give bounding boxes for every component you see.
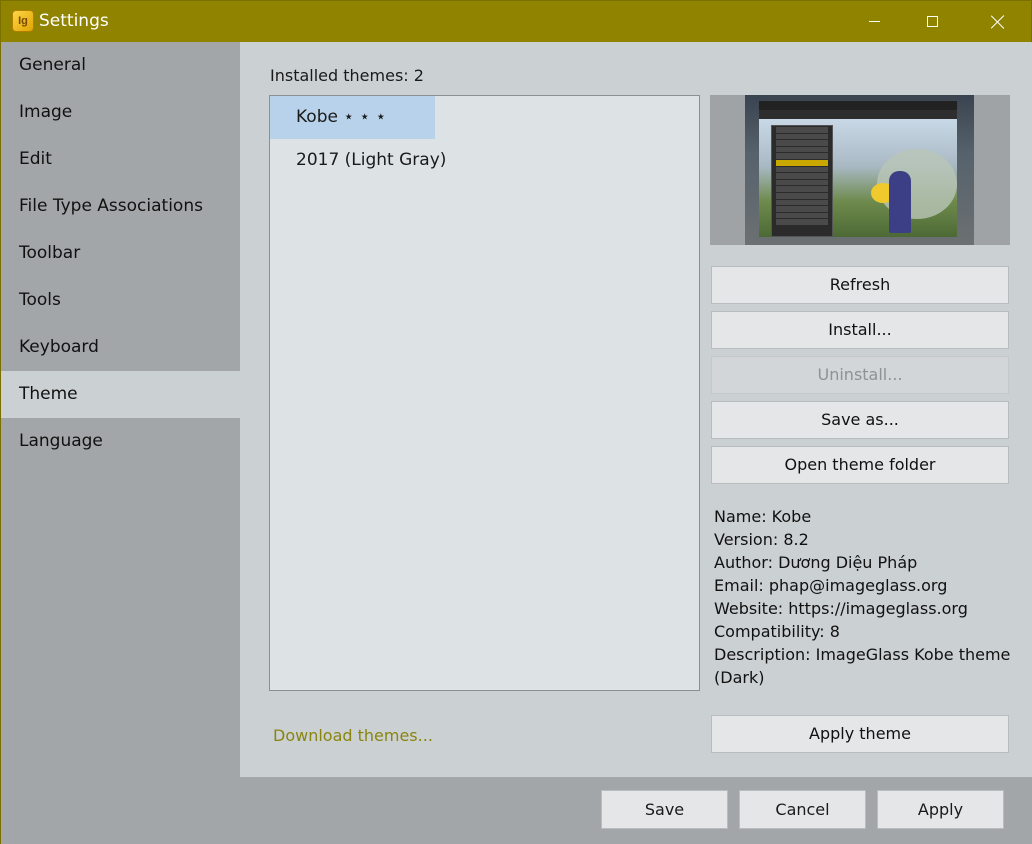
theme-item-2017-light-gray[interactable]: 2017 (Light Gray) <box>270 139 699 182</box>
minimize-icon <box>868 21 880 22</box>
theme-info-email: Email: phap@imageglass.org <box>714 576 948 595</box>
settings-window: Ig Settings General Image Edit File Type… <box>0 0 1032 844</box>
close-button[interactable] <box>975 1 1021 42</box>
installed-themes-label: Installed themes: 2 <box>270 66 424 85</box>
save-button[interactable]: Save <box>601 790 728 829</box>
theme-info-website: Website: https://imageglass.org <box>714 599 968 618</box>
apply-theme-button[interactable]: Apply theme <box>711 715 1009 753</box>
imageglass-app-icon: Ig <box>12 10 34 32</box>
theme-info-version: Version: 8.2 <box>714 530 809 549</box>
sidebar-item-language[interactable]: Language <box>1 418 240 465</box>
sidebar-item-tools[interactable]: Tools <box>1 277 240 324</box>
uninstall-button: Uninstall... <box>711 356 1009 394</box>
theme-info-name: Name: Kobe <box>714 507 812 526</box>
sidebar-item-keyboard[interactable]: Keyboard <box>1 324 240 371</box>
cancel-button[interactable]: Cancel <box>739 790 866 829</box>
theme-info-author: Author: Dương Diệu Pháp <box>714 553 918 572</box>
preview-context-menu <box>771 125 833 237</box>
download-themes-link[interactable]: Download themes... <box>273 726 433 745</box>
window-title: Settings <box>39 11 109 31</box>
refresh-button[interactable]: Refresh <box>711 266 1009 304</box>
theme-preview-screenshot <box>745 95 974 245</box>
theme-info-description: Description: ImageGlass Kobe theme (Dark… <box>714 645 1011 687</box>
sidebar-item-edit[interactable]: Edit <box>1 136 240 183</box>
theme-info-compatibility: Compatibility: 8 <box>714 622 840 641</box>
install-button[interactable]: Install... <box>711 311 1009 349</box>
theme-list[interactable]: Kobe ⋆ ⋆ ⋆ 2017 (Light Gray) <box>269 95 700 691</box>
theme-info: Name: Kobe Version: 8.2 Author: Dương Di… <box>714 505 1014 689</box>
preview-toolbar <box>759 110 957 119</box>
close-icon <box>991 15 1005 29</box>
sidebar-item-toolbar[interactable]: Toolbar <box>1 230 240 277</box>
sidebar-item-theme[interactable]: Theme <box>1 371 240 418</box>
dialog-footer: Save Cancel Apply <box>240 777 1032 844</box>
settings-sidebar: General Image Edit File Type Association… <box>1 42 240 844</box>
theme-item-kobe[interactable]: Kobe ⋆ ⋆ ⋆ <box>270 96 435 139</box>
sidebar-item-file-type-associations[interactable]: File Type Associations <box>1 183 240 230</box>
theme-settings-panel: Installed themes: 2 Kobe ⋆ ⋆ ⋆ 2017 (Lig… <box>240 42 1032 777</box>
minimize-button[interactable] <box>851 1 897 42</box>
save-as-button[interactable]: Save as... <box>711 401 1009 439</box>
theme-preview-image <box>710 95 1010 245</box>
maximize-button[interactable] <box>909 1 955 42</box>
preview-titlebar <box>759 101 957 110</box>
preview-person <box>889 171 911 233</box>
apply-button[interactable]: Apply <box>877 790 1004 829</box>
title-bar[interactable]: Ig Settings <box>1 1 1031 42</box>
open-theme-folder-button[interactable]: Open theme folder <box>711 446 1009 484</box>
maximize-icon <box>926 16 938 27</box>
sidebar-item-general[interactable]: General <box>1 42 240 89</box>
sidebar-item-image[interactable]: Image <box>1 89 240 136</box>
